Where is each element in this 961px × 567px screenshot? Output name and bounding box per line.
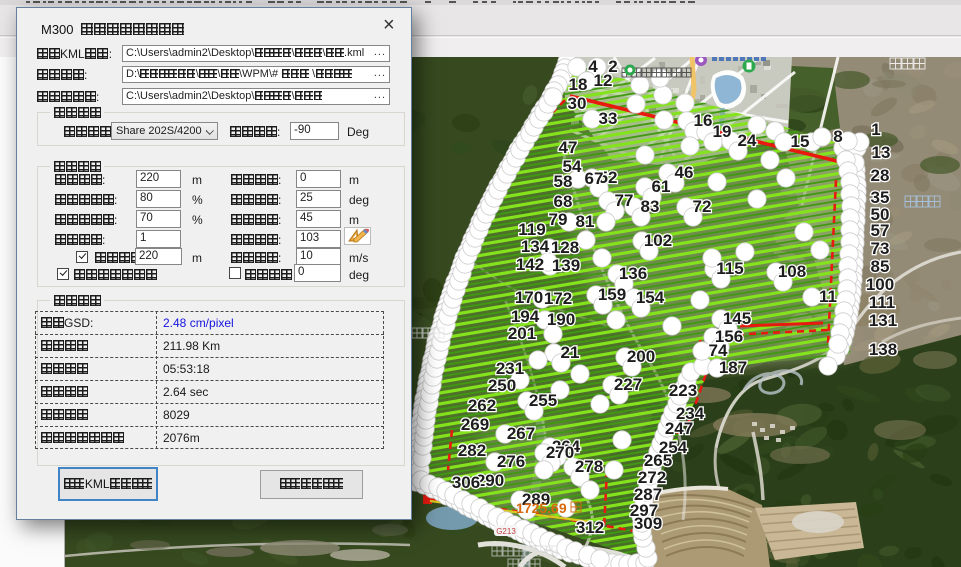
svg-text:8: 8	[833, 127, 842, 146]
svg-text:57: 57	[871, 221, 890, 240]
svg-text:85: 85	[871, 257, 890, 276]
svg-text:136: 136	[619, 264, 647, 283]
svg-text:190: 190	[547, 310, 575, 329]
svg-text:250: 250	[488, 376, 516, 395]
svg-text:227: 227	[614, 375, 642, 394]
svg-text:83: 83	[641, 197, 660, 216]
svg-text:278: 278	[575, 457, 603, 476]
svg-text:1725.69: 1725.69	[516, 500, 567, 516]
svg-text:139: 139	[552, 256, 580, 275]
svg-text:18: 18	[569, 75, 588, 94]
svg-text:200: 200	[627, 347, 655, 366]
svg-text:128: 128	[551, 238, 579, 257]
svg-text:255: 255	[529, 391, 557, 410]
svg-text:111: 111	[869, 293, 896, 312]
svg-text:47: 47	[559, 138, 578, 157]
svg-text:154: 154	[636, 288, 665, 307]
svg-text:21: 21	[561, 343, 580, 362]
svg-text:142: 142	[516, 255, 544, 274]
svg-text:12: 12	[594, 71, 613, 90]
svg-text:172: 172	[544, 289, 572, 308]
svg-text:67: 67	[585, 169, 604, 188]
svg-text:145: 145	[723, 309, 751, 328]
svg-text:28: 28	[871, 166, 890, 185]
svg-text:309: 309	[634, 514, 662, 533]
svg-text:33: 33	[599, 109, 618, 128]
svg-text:72: 72	[693, 197, 712, 216]
svg-text:223: 223	[669, 381, 697, 400]
svg-text:15: 15	[791, 132, 810, 151]
svg-text:201: 201	[508, 324, 536, 343]
svg-text:312: 312	[576, 518, 604, 537]
svg-text:61: 61	[652, 177, 671, 196]
svg-text:282: 282	[458, 441, 486, 460]
svg-text:269: 269	[461, 415, 489, 434]
svg-text:G213: G213	[496, 527, 516, 536]
svg-text:159: 159	[598, 285, 626, 304]
svg-text:68: 68	[554, 192, 573, 211]
svg-text:108: 108	[778, 262, 806, 281]
svg-text:170: 170	[515, 288, 543, 307]
svg-text:134: 134	[521, 237, 550, 256]
svg-text:262: 262	[468, 396, 496, 415]
svg-text:81: 81	[576, 212, 595, 231]
svg-text:267: 267	[507, 424, 535, 443]
svg-text:24: 24	[738, 131, 757, 150]
svg-text:77: 77	[615, 191, 634, 210]
svg-text:138: 138	[869, 340, 897, 359]
svg-text:1: 1	[871, 120, 880, 139]
svg-text:131: 131	[869, 311, 897, 330]
svg-text:73: 73	[871, 239, 890, 258]
svg-text:13: 13	[872, 143, 891, 162]
svg-text:115: 115	[716, 259, 743, 278]
svg-text:102: 102	[644, 231, 672, 250]
svg-text:16: 16	[694, 111, 713, 130]
svg-text:100: 100	[866, 275, 894, 294]
svg-text:30: 30	[568, 94, 587, 113]
svg-text:247: 247	[665, 419, 693, 438]
svg-text:58: 58	[554, 172, 573, 191]
svg-text:306: 306	[452, 473, 480, 492]
svg-text:11: 11	[819, 287, 837, 306]
svg-text:46: 46	[675, 163, 694, 182]
svg-text:19: 19	[713, 122, 732, 141]
svg-text:270: 270	[546, 443, 574, 462]
svg-text:276: 276	[497, 452, 525, 471]
svg-text:79: 79	[549, 210, 568, 229]
svg-text:187: 187	[719, 358, 747, 377]
